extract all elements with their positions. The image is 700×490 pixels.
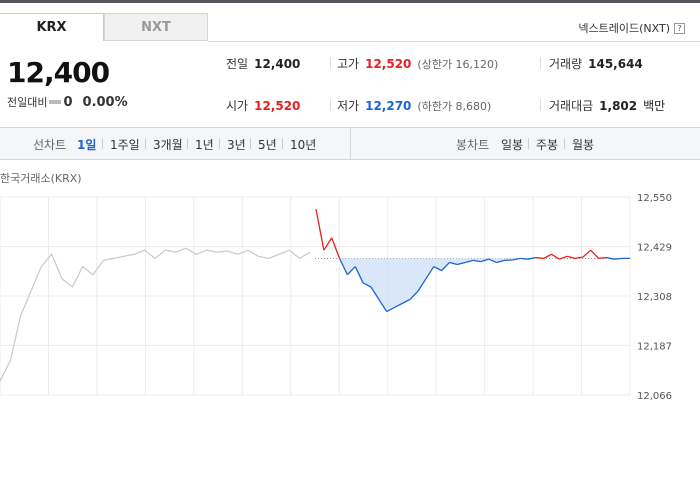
- candle-chart-label: 봉차트: [456, 138, 490, 152]
- stat-value: 12,520: [254, 98, 301, 113]
- today-line-up-segment: [567, 255, 576, 259]
- current-price: 12,400: [7, 56, 110, 89]
- previous-day-line: [0, 247, 311, 382]
- toolbar-separator: [250, 138, 251, 149]
- change-row: 전일대비 0 0.00%: [7, 94, 128, 110]
- period-weekly-candle[interactable]: 주봉: [536, 136, 558, 153]
- today-line-down-segment: [606, 256, 615, 260]
- today-line-up-segment: [543, 253, 552, 259]
- today-line-up-segment: [535, 256, 544, 260]
- upper-limit-text: (상한가 16,120): [417, 57, 499, 71]
- toolbar-separator: [187, 138, 188, 149]
- period-10y[interactable]: 10년: [290, 136, 316, 153]
- flat-change-icon: [49, 100, 62, 104]
- down-area-fill: [316, 258, 630, 312]
- top-border: [0, 0, 700, 3]
- stat-label: 시가: [226, 99, 249, 113]
- stat-separator: [540, 99, 541, 111]
- toolbar-separator: [145, 138, 146, 149]
- stat-value: 1,802: [599, 98, 638, 113]
- today-line-up-segment: [331, 237, 341, 259]
- stat-prev-close: 전일 12,400: [226, 55, 300, 72]
- tab-divider: [208, 41, 700, 42]
- stat-value: 145,644: [588, 56, 643, 71]
- y-tick-label: 12,429: [637, 243, 672, 254]
- period-daily-candle[interactable]: 일봉: [501, 136, 523, 153]
- nextrade-link[interactable]: 넥스트레이드(NXT) ?: [578, 20, 685, 36]
- chart-grid: [0, 196, 631, 396]
- today-line-up-segment: [582, 249, 592, 258]
- today-line-up-segment: [315, 209, 325, 251]
- period-3m[interactable]: 3개월: [153, 136, 183, 153]
- change-label: 전일대비: [7, 96, 48, 109]
- toolbar-separator: [528, 138, 529, 149]
- toolbar-separator: [282, 138, 283, 149]
- tab-nxt[interactable]: NXT: [104, 13, 208, 41]
- toolbar-separator: [564, 138, 565, 149]
- y-tick-label: 12,187: [637, 342, 672, 353]
- lower-limit-text: (하한가 8,680): [417, 99, 492, 113]
- y-tick-label: 12,308: [637, 292, 672, 303]
- exchange-label: 한국거래소(KRX): [0, 172, 82, 185]
- today-line-down-segment: [527, 256, 536, 260]
- help-icon[interactable]: ?: [674, 22, 685, 34]
- stat-amount: 거래대금 1,802 백만: [549, 97, 665, 114]
- stat-label: 고가: [337, 57, 360, 71]
- today-line-up-segment: [598, 256, 607, 260]
- y-tick-label: 12,550: [637, 193, 672, 204]
- today-line-up-segment: [323, 237, 333, 251]
- stat-value: 12,400: [254, 56, 301, 71]
- chart-toolbar: 선차트 1일 1주일 3개월 1년 3년 5년 10년 봉차트 일봉 주봉 월봉: [0, 127, 700, 160]
- chart-lines: [0, 209, 630, 382]
- stat-separator: [540, 57, 541, 69]
- stat-unit: 백만: [643, 99, 666, 113]
- stat-label: 저가: [337, 99, 360, 113]
- stat-label: 전일: [226, 57, 249, 71]
- period-1d[interactable]: 1일: [77, 136, 96, 153]
- toolbar-separator: [102, 138, 103, 149]
- change-value: 0: [63, 94, 73, 110]
- nextrade-label[interactable]: 넥스트레이드(NXT): [578, 20, 670, 36]
- stat-label: 거래량: [549, 57, 583, 71]
- line-chart-label: 선차트: [33, 138, 67, 152]
- toolbar-separator: [219, 138, 220, 149]
- period-monthly-candle[interactable]: 월봉: [572, 136, 594, 153]
- stat-open: 시가 12,520: [226, 97, 300, 114]
- stat-value: 12,270: [365, 98, 412, 113]
- stat-high: 고가 12,520 (상한가 16,120): [337, 55, 498, 72]
- period-1w[interactable]: 1주일: [110, 136, 140, 153]
- y-axis-ticks: 12,550 12,429 12,308 12,187 12,066: [637, 193, 672, 400]
- tab-krx[interactable]: KRX: [0, 13, 104, 41]
- stat-separator: [330, 57, 331, 69]
- stat-separator: [330, 99, 331, 111]
- y-tick-label: 12,066: [637, 391, 672, 400]
- period-5y[interactable]: 5년: [258, 136, 277, 153]
- toolbar-divider: [350, 128, 351, 159]
- today-line-up-segment: [590, 249, 600, 259]
- today-line-down-segment: [614, 257, 623, 260]
- period-1y[interactable]: 1년: [195, 136, 214, 153]
- stat-low: 저가 12,270 (하한가 8,680): [337, 97, 491, 114]
- stat-label: 거래대금: [549, 99, 594, 113]
- stat-volume: 거래량 145,644: [549, 55, 643, 72]
- price-chart: 12,550 12,429 12,308 12,187 12,066: [0, 193, 672, 400]
- stat-value: 12,520: [365, 56, 412, 71]
- change-percent: 0.00%: [82, 94, 128, 110]
- period-3y[interactable]: 3년: [227, 136, 246, 153]
- today-line-down-segment: [520, 257, 529, 260]
